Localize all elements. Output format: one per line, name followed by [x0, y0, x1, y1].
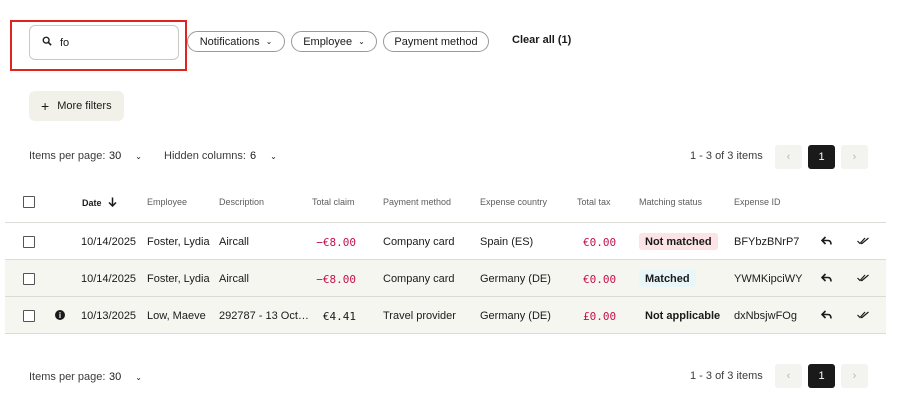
items-per-page-select[interactable]: 30 ⌄: [109, 150, 142, 162]
row-total-claim: −€8.00: [316, 273, 356, 286]
sort-descending-icon: [107, 197, 117, 209]
hidden-columns-select[interactable]: 6 ⌄: [250, 150, 277, 162]
next-page-button[interactable]: ›: [841, 364, 868, 388]
search-field[interactable]: [29, 25, 179, 60]
row-employee: Foster, Lydia: [147, 236, 210, 248]
hidden-columns-label: Hidden columns:: [164, 150, 246, 162]
items-per-page-value: 30: [109, 371, 122, 383]
more-filters-button[interactable]: + More filters: [29, 91, 124, 121]
employee-filter[interactable]: Employee ⌄: [291, 31, 377, 52]
chevron-left-icon: ‹: [786, 370, 791, 382]
chevron-left-icon: ‹: [786, 151, 791, 163]
page-number-button[interactable]: 1: [808, 364, 835, 388]
chevron-down-icon: ⌄: [265, 36, 273, 46]
row-expense-id: YWMKipciWY: [734, 273, 803, 285]
row-checkbox[interactable]: [23, 236, 35, 248]
chevron-down-icon: ⌄: [135, 151, 142, 161]
select-all-checkbox[interactable]: [23, 196, 35, 208]
column-header-date[interactable]: Date: [82, 197, 117, 209]
clear-all-button[interactable]: Clear all (1): [512, 34, 571, 46]
double-check-icon[interactable]: [857, 274, 869, 282]
items-per-page-label: Items per page:: [29, 150, 106, 162]
column-header-matching-status[interactable]: Matching status: [639, 197, 702, 207]
row-total-tax: £0.00: [583, 310, 617, 323]
row-payment-method: Company card: [383, 236, 455, 248]
column-header-total-tax[interactable]: Total tax: [577, 197, 611, 207]
row-total-tax: €0.00: [583, 236, 617, 249]
plus-icon: +: [41, 98, 50, 114]
column-header-date-label: Date: [82, 198, 102, 208]
payment-method-filter-label: Payment method: [394, 35, 478, 48]
row-total-tax: €0.00: [583, 273, 617, 286]
row-checkbox[interactable]: [23, 310, 35, 322]
row-description: 292787 - 13 Oct…: [219, 310, 309, 322]
payment-method-filter[interactable]: Payment method: [383, 31, 489, 52]
row-expense-id: dxNbsjwFOg: [734, 310, 797, 322]
notifications-filter[interactable]: Notifications ⌄: [187, 31, 285, 52]
row-employee: Foster, Lydia: [147, 273, 210, 285]
items-per-page-select[interactable]: 30 ⌄: [109, 371, 142, 383]
more-filters-label: More filters: [57, 100, 112, 112]
column-header-employee[interactable]: Employee: [147, 197, 187, 207]
column-header-expense-country[interactable]: Expense country: [480, 197, 547, 207]
pagination-range: 1 - 3 of 3 items: [690, 150, 763, 162]
prev-page-button[interactable]: ‹: [775, 364, 802, 388]
pagination-range: 1 - 3 of 3 items: [690, 370, 763, 382]
column-header-payment-method[interactable]: Payment method: [383, 197, 451, 207]
next-page-button[interactable]: ›: [841, 145, 868, 169]
chevron-down-icon: ⌄: [358, 36, 365, 46]
status-badge: Matched: [639, 270, 696, 287]
chevron-down-icon: ⌄: [135, 372, 142, 382]
row-expense-country: Germany (DE): [480, 273, 551, 285]
employee-filter-label: Employee: [303, 35, 353, 48]
column-header-total-claim[interactable]: Total claim: [312, 197, 355, 207]
status-badge: Not matched: [639, 233, 718, 250]
chevron-down-icon: ⌄: [270, 151, 277, 161]
hidden-columns-value: 6: [250, 150, 257, 162]
status-badge: Not applicable: [645, 309, 721, 322]
row-expense-country: Spain (ES): [480, 236, 534, 248]
row-date: 10/13/2025: [81, 310, 137, 322]
row-expense-country: Germany (DE): [480, 310, 551, 322]
row-payment-method: Company card: [383, 273, 455, 285]
items-per-page-value: 30: [109, 150, 122, 162]
row-date: 10/14/2025: [81, 236, 137, 248]
reply-icon[interactable]: [821, 310, 832, 320]
column-header-description[interactable]: Description: [219, 197, 264, 207]
row-total-claim: €4.41: [322, 310, 356, 323]
reply-icon[interactable]: [821, 236, 832, 246]
search-icon: [42, 36, 52, 49]
row-payment-method: Travel provider: [383, 310, 456, 322]
row-checkbox[interactable]: [23, 273, 35, 285]
search-input[interactable]: [60, 36, 160, 49]
prev-page-button[interactable]: ‹: [775, 145, 802, 169]
row-expense-id: BFYbzBNrP7: [734, 236, 800, 248]
reply-icon[interactable]: [821, 273, 832, 283]
chevron-right-icon: ›: [852, 151, 857, 163]
chevron-right-icon: ›: [852, 370, 857, 382]
row-description: Aircall: [219, 236, 249, 248]
items-per-page-label: Items per page:: [29, 371, 106, 383]
double-check-icon[interactable]: [857, 237, 869, 245]
page-number-button[interactable]: 1: [808, 145, 835, 169]
row-date: 10/14/2025: [81, 273, 137, 285]
row-total-claim: −€8.00: [316, 236, 356, 249]
info-icon[interactable]: i: [55, 310, 65, 320]
notifications-filter-label: Notifications: [199, 35, 260, 48]
column-header-expense-id[interactable]: Expense ID: [734, 197, 781, 207]
row-employee: Low, Maeve: [147, 310, 206, 322]
double-check-icon[interactable]: [857, 311, 869, 319]
row-description: Aircall: [219, 273, 249, 285]
